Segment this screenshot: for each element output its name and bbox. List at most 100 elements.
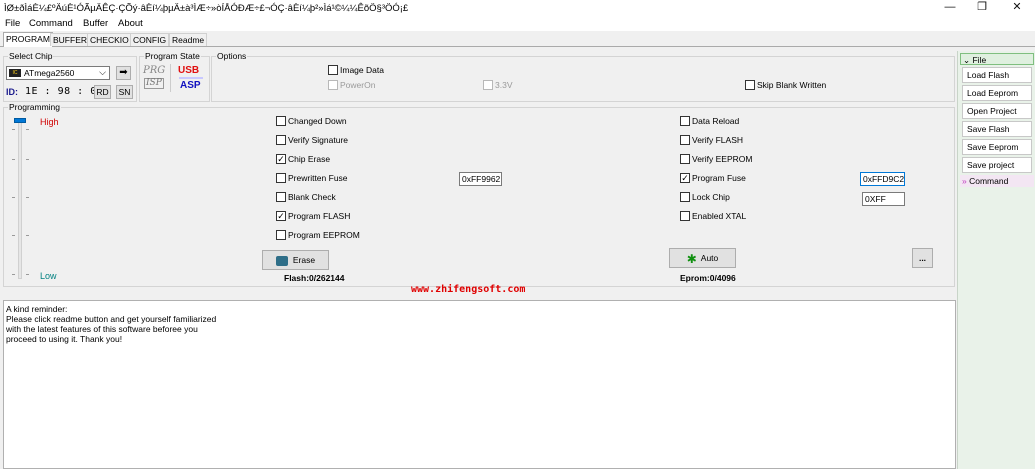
auto-button[interactable]: ✱ Auto (669, 248, 736, 268)
erase-icon (275, 255, 288, 266)
arrow-right-button[interactable]: ➡ (116, 66, 131, 80)
program-eeprom-checkbox[interactable]: Program EEPROM (276, 229, 360, 241)
command-header-label: Command (969, 176, 1009, 186)
verify-eeprom-label: Verify EEPROM (692, 154, 753, 164)
menu-command[interactable]: Command (29, 18, 73, 29)
slider-tick (26, 197, 29, 198)
title-bar: ÌØ±ðÌáÈ¼£ºÄúÈ¹ÓÃµÄÊÇ·ÇÕý·âÈí¼þµÄ±à³ÌÆ÷»ò… (0, 0, 1035, 17)
usb-text: USB (178, 65, 200, 76)
checkbox-box[interactable] (276, 134, 286, 145)
image-data-label: Image Data (340, 65, 384, 75)
checkbox-box[interactable] (680, 134, 690, 145)
checkbox-box[interactable] (328, 79, 338, 90)
chip-icon: IC (9, 69, 21, 77)
programming-label: Programming (8, 102, 62, 112)
notes-line: A kind reminder: (6, 304, 68, 314)
checkbox-box[interactable] (276, 229, 286, 240)
verify-signature-checkbox[interactable]: Verify Signature (276, 134, 348, 146)
prewritten-fuse-input[interactable]: 0xFF9962 (459, 172, 502, 186)
changed-down-label: Changed Down (288, 116, 347, 126)
image-data-checkbox[interactable]: Image Data (328, 64, 384, 76)
menu-about[interactable]: About (118, 18, 143, 29)
prewritten-fuse-checkbox[interactable]: Prewritten Fuse (276, 172, 348, 184)
rd-button[interactable]: RD (94, 85, 111, 99)
checkbox-box[interactable] (276, 191, 286, 202)
prewritten-fuse-label: Prewritten Fuse (288, 173, 348, 183)
verify-signature-label: Verify Signature (288, 135, 349, 145)
v33-checkbox[interactable]: 3.3V (483, 79, 513, 91)
tab-strip-line (0, 46, 1035, 47)
checkmark-icon[interactable]: ✓ (276, 210, 286, 221)
checkbox-box[interactable] (680, 115, 690, 126)
checkbox-box[interactable] (276, 172, 286, 183)
data-reload-checkbox[interactable]: Data Reload (680, 115, 739, 127)
chip-erase-checkbox[interactable]: ✓ Chip Erase (276, 153, 330, 165)
checkbox-box[interactable] (745, 79, 755, 90)
tab-checkio[interactable]: CHECKIO (87, 33, 132, 46)
checkbox-box[interactable] (276, 115, 286, 126)
poweron-checkbox[interactable]: PowerOn (328, 79, 375, 91)
lock-chip-checkbox[interactable]: Lock Chip (680, 191, 730, 203)
erase-button[interactable]: Erase (262, 250, 329, 270)
skip-blank-checkbox[interactable]: Skip Blank Written (745, 79, 826, 91)
speed-slider[interactable] (12, 117, 34, 282)
program-flash-label: Program FLASH (288, 211, 351, 221)
options-group: Options (211, 51, 955, 102)
save-project-button[interactable]: Save project (962, 157, 1032, 173)
tab-buffer[interactable]: BUFFER (50, 33, 90, 46)
sn-button[interactable]: SN (116, 85, 133, 99)
open-project-button[interactable]: Open Project (962, 103, 1032, 119)
load-flash-button[interactable]: Load Flash (962, 67, 1032, 83)
high-label: High (40, 117, 59, 127)
tab-config[interactable]: CONFIG (130, 33, 170, 46)
save-flash-button[interactable]: Save Flash (962, 121, 1032, 137)
program-fuse-checkbox[interactable]: ✓ Program Fuse (680, 172, 746, 184)
slider-tick (26, 159, 29, 160)
isp-text: ISP (144, 78, 164, 89)
checkmark-icon[interactable]: ✓ (680, 172, 690, 183)
erase-label: Erase (292, 255, 316, 265)
menu-file[interactable]: File (5, 18, 20, 29)
notes-textarea[interactable]: A kind reminder: Please click readme but… (3, 300, 956, 469)
changed-down-checkbox[interactable]: Changed Down (276, 115, 347, 127)
checkmark-icon[interactable]: ✓ (276, 153, 286, 164)
maximize-button[interactable]: ❐ (966, 0, 998, 17)
blank-check-checkbox[interactable]: Blank Check (276, 191, 336, 203)
tab-readme[interactable]: Readme (169, 33, 208, 46)
file-header-label: File (972, 55, 987, 65)
slider-tick (12, 274, 15, 275)
lock-value-input[interactable]: 0XFF (862, 192, 905, 206)
usb-wave (179, 77, 203, 79)
data-reload-label: Data Reload (692, 116, 740, 126)
close-button[interactable]: ✕ (1001, 0, 1033, 17)
checkbox-box[interactable] (680, 191, 690, 202)
website-link[interactable]: www.zhifengsoft.com (411, 284, 525, 295)
programming-group: Programming (3, 102, 955, 287)
usb-asp-icon: USB ASP (176, 64, 206, 94)
file-section-header[interactable]: ⌄ File (960, 53, 1034, 65)
command-section-header[interactable]: » Command (960, 175, 1034, 187)
tab-program[interactable]: PROGRAM (3, 32, 53, 47)
more-button[interactable]: ... (912, 248, 933, 268)
low-label: Low (40, 271, 57, 281)
menu-buffer[interactable]: Buffer (83, 18, 108, 29)
menu-bar: File Command Buffer About (0, 17, 1035, 31)
slider-thumb[interactable] (14, 118, 26, 123)
load-eeprom-button[interactable]: Load Eeprom (962, 85, 1032, 101)
notes-line: Please click readme button and get yours… (6, 314, 217, 324)
notes-line: with the latest features of this softwar… (6, 324, 198, 334)
checkbox-box[interactable] (680, 210, 690, 221)
enabled-xtal-checkbox[interactable]: Enabled XTAL (680, 210, 746, 222)
program-fuse-input[interactable]: 0xFFD9C2 (860, 172, 905, 186)
checkbox-box[interactable] (483, 79, 493, 90)
checkbox-box[interactable] (680, 153, 690, 164)
slider-tick (26, 274, 29, 275)
verify-eeprom-checkbox[interactable]: Verify EEPROM (680, 153, 752, 165)
checkbox-box[interactable] (328, 64, 338, 75)
minimize-button[interactable]: — (934, 0, 966, 17)
verify-flash-checkbox[interactable]: Verify FLASH (680, 134, 743, 146)
program-flash-checkbox[interactable]: ✓ Program FLASH (276, 210, 350, 222)
slider-track[interactable] (18, 119, 22, 279)
chip-select[interactable]: IC ATmega2560 ⌵ (6, 66, 110, 80)
save-eeprom-button[interactable]: Save Eeprom (962, 139, 1032, 155)
